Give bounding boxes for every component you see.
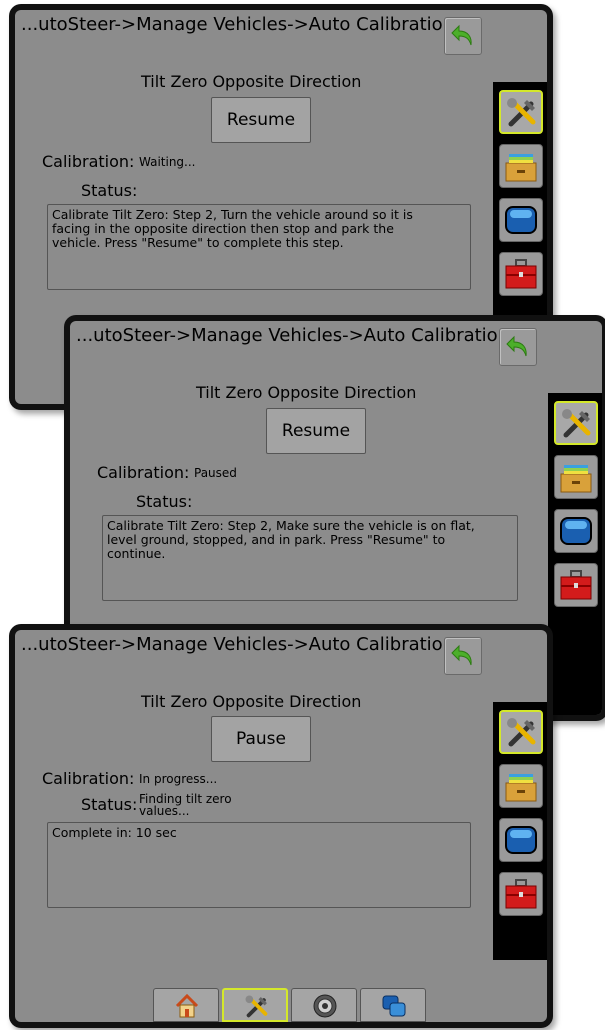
message-line: Calibrate Tilt Zero: Step 2, Turn the ve… <box>52 207 413 222</box>
status-label: Status: <box>81 181 138 200</box>
back-button[interactable] <box>444 17 482 55</box>
tools-icon <box>507 98 536 127</box>
calibration-value: Waiting... <box>139 155 196 169</box>
page-title: ...utoSteer->Manage Vehicles->Auto Calib… <box>21 14 455 35</box>
message-line: Complete in: 10 sec <box>52 825 177 840</box>
tab-tools[interactable] <box>222 988 288 1022</box>
calibration-label: Calibration: <box>97 463 190 482</box>
calibration-value: Paused <box>194 466 237 480</box>
status-label: Status: <box>136 492 193 511</box>
home-icon <box>175 993 199 1018</box>
tools-button[interactable] <box>499 710 543 754</box>
calibration-heading: Tilt Zero Opposite Direction <box>196 383 417 402</box>
message-line: vehicle. Press "Resume" to complete this… <box>52 235 344 250</box>
tools-icon <box>245 995 268 1018</box>
guidance-dial-icon <box>313 994 337 1018</box>
message-line: facing in the opposite direction then st… <box>52 221 394 236</box>
toolbox-button[interactable] <box>499 252 543 296</box>
panel-3-screen: ...utoSteer->Manage Vehicles->Auto Calib… <box>15 630 547 1022</box>
status-label: Status: <box>81 795 138 814</box>
console-button[interactable] <box>499 818 543 862</box>
progress-message: Complete in: 10 sec <box>47 822 471 908</box>
status-value-continued: values... <box>139 804 190 818</box>
data-button[interactable] <box>499 144 543 188</box>
instruction-message: Calibrate Tilt Zero: Step 2, Turn the ve… <box>47 204 471 290</box>
toolbox-icon <box>505 259 537 289</box>
data-button[interactable] <box>554 455 598 499</box>
resume-button[interactable]: Resume <box>266 408 366 454</box>
calibration-label: Calibration: <box>42 152 135 171</box>
toolbox-icon <box>505 879 537 909</box>
toolbox-icon <box>560 570 592 600</box>
pause-button[interactable]: Pause <box>211 716 311 762</box>
back-button[interactable] <box>499 328 537 366</box>
tab-multi-screen[interactable] <box>360 988 426 1022</box>
toolbox-button[interactable] <box>554 563 598 607</box>
console-screen-icon <box>560 517 592 545</box>
page-title: ...utoSteer->Manage Vehicles->Auto Calib… <box>21 634 455 655</box>
data-drawer-icon <box>560 465 592 493</box>
tab-guidance[interactable] <box>291 988 357 1022</box>
panel-3: ...utoSteer->Manage Vehicles->Auto Calib… <box>9 624 553 1028</box>
tools-button[interactable] <box>554 401 598 445</box>
console-button[interactable] <box>554 509 598 553</box>
calibration-heading: Tilt Zero Opposite Direction <box>141 692 362 711</box>
data-drawer-icon <box>505 154 537 182</box>
tools-icon <box>507 718 536 747</box>
console-screen-icon <box>505 826 537 854</box>
tools-icon <box>562 409 591 438</box>
back-arrow-icon <box>506 335 527 357</box>
console-button[interactable] <box>499 198 543 242</box>
back-arrow-icon <box>451 24 472 46</box>
sidebar <box>548 393 602 715</box>
calibration-label: Calibration: <box>42 769 135 788</box>
message-line: level ground, stopped, and in park. Pres… <box>107 532 446 547</box>
tools-button[interactable] <box>499 90 543 134</box>
back-button[interactable] <box>444 637 482 675</box>
console-screen-icon <box>505 206 537 234</box>
multi-screen-icon <box>382 995 406 1017</box>
data-drawer-icon <box>505 774 537 802</box>
message-line: Calibrate Tilt Zero: Step 2, Make sure t… <box>107 518 475 533</box>
calibration-heading: Tilt Zero Opposite Direction <box>141 72 362 91</box>
bottom-tab-bar <box>153 988 427 1022</box>
toolbox-button[interactable] <box>499 872 543 916</box>
sidebar <box>493 702 547 960</box>
page-title: ...utoSteer->Manage Vehicles->Auto Calib… <box>76 325 510 346</box>
message-line: continue. <box>107 546 166 561</box>
data-button[interactable] <box>499 764 543 808</box>
calibration-value: In progress... <box>139 772 218 786</box>
instruction-message: Calibrate Tilt Zero: Step 2, Make sure t… <box>102 515 518 601</box>
back-arrow-icon <box>451 644 472 666</box>
tab-home[interactable] <box>153 988 219 1022</box>
resume-button[interactable]: Resume <box>211 97 311 143</box>
